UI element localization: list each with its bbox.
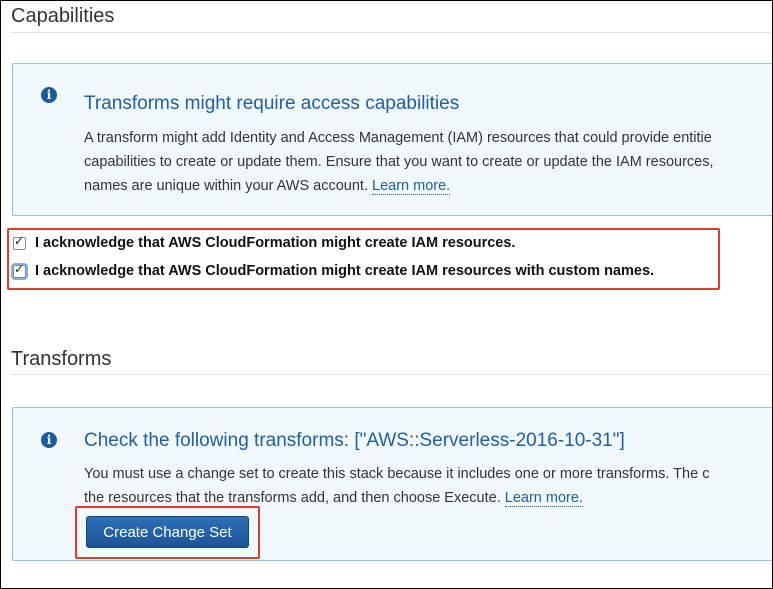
page-frame: Capabilities i Transforms might require … <box>0 0 773 589</box>
transforms-heading: Transforms <box>11 348 112 370</box>
acknowledge-iam-row[interactable]: ✓ I acknowledge that AWS CloudFormation … <box>13 233 515 251</box>
capabilities-info-alert: i Transforms might require access capabi… <box>12 63 772 216</box>
acknowledge-custom-names-checkbox[interactable]: ✓ <box>13 261 26 278</box>
transforms-alert-line-2-text: the resources that the transforms add, a… <box>84 490 501 506</box>
capabilities-alert-line-1: A transform might add Identity and Acces… <box>84 130 712 146</box>
acknowledge-custom-names-row[interactable]: ✓ I acknowledge that AWS CloudFormation … <box>13 261 654 279</box>
transforms-alert-title: Check the following transforms: ["AWS::S… <box>84 430 625 451</box>
capabilities-alert-title: Transforms might require access capabili… <box>84 93 460 114</box>
capabilities-alert-line-2: capabilities to create or update them. E… <box>84 154 714 170</box>
checkmark-icon: ✓ <box>14 261 25 276</box>
capabilities-divider <box>11 32 772 33</box>
acknowledge-iam-label[interactable]: I acknowledge that AWS CloudFormation mi… <box>35 235 515 251</box>
checkmark-icon: ✓ <box>14 233 25 248</box>
acknowledge-iam-checkbox[interactable]: ✓ <box>13 233 26 250</box>
acknowledge-custom-names-label[interactable]: I acknowledge that AWS CloudFormation mi… <box>35 263 654 279</box>
transforms-alert-body: You must use a change set to create this… <box>84 462 772 510</box>
create-change-set-button[interactable]: Create Change Set <box>86 516 249 548</box>
capabilities-alert-line-3: names are unique within your AWS account… <box>84 174 772 198</box>
info-icon: i <box>41 87 57 103</box>
capabilities-learn-more-link[interactable]: Learn more. <box>372 178 451 195</box>
capabilities-heading: Capabilities <box>11 5 115 27</box>
transforms-divider <box>11 374 772 375</box>
info-icon: i <box>41 432 57 448</box>
capabilities-alert-body: A transform might add Identity and Acces… <box>84 126 772 198</box>
transforms-alert-line-1: You must use a change set to create this… <box>84 466 710 482</box>
capabilities-alert-line-3-text: names are unique within your AWS account… <box>84 178 368 194</box>
transforms-learn-more-link[interactable]: Learn more. <box>504 490 583 507</box>
